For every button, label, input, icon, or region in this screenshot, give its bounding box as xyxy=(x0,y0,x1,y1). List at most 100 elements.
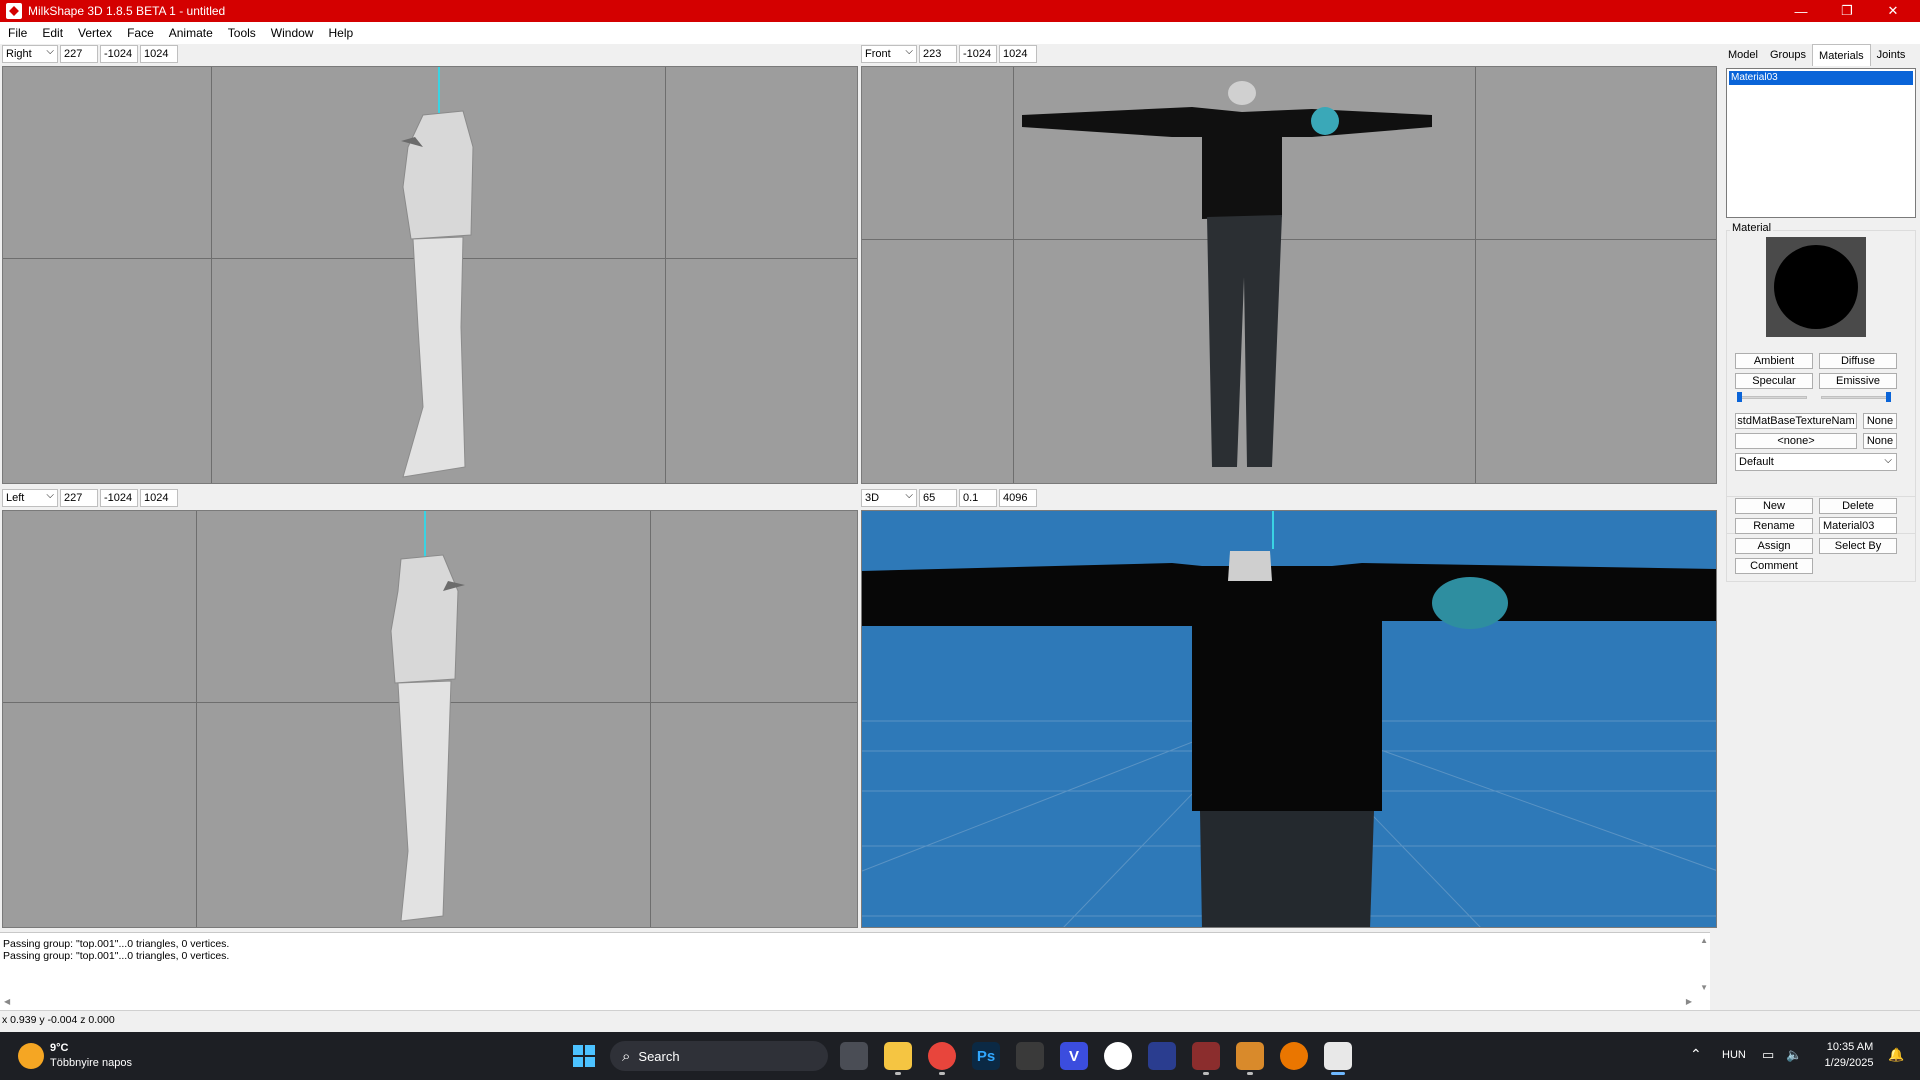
viewport-field-1[interactable]: 65 xyxy=(919,489,957,507)
task-view-icon[interactable] xyxy=(840,1042,868,1070)
scroll-up-icon[interactable]: ▲ xyxy=(1700,936,1708,945)
tab-joints[interactable]: Joints xyxy=(1871,44,1912,66)
list-item[interactable]: Material03 xyxy=(1729,71,1913,85)
texture-button[interactable]: stdMatBaseTextureNam xyxy=(1735,413,1857,429)
network-icon[interactable]: ▭ xyxy=(1762,1047,1774,1063)
compass-app-icon[interactable] xyxy=(1104,1042,1132,1070)
select-by-button[interactable]: Select By xyxy=(1819,538,1897,554)
weather-desc[interactable]: Többnyire napos xyxy=(50,1057,132,1069)
viewport-left[interactable] xyxy=(2,510,858,928)
delete-button[interactable]: Delete xyxy=(1819,498,1897,514)
axis-line xyxy=(1272,511,1274,549)
chevron-up-icon[interactable]: ⌃ xyxy=(1690,1046,1702,1063)
windows-start-icon[interactable] xyxy=(570,1042,598,1070)
volume-icon[interactable]: 🔈 xyxy=(1786,1047,1802,1063)
menu-help[interactable]: Help xyxy=(328,26,353,40)
window-title: MilkShape 3D 1.8.5 BETA 1 - untitled xyxy=(28,4,226,18)
weather-icon[interactable] xyxy=(18,1043,44,1069)
viewport-field-2[interactable]: -1024 xyxy=(100,489,138,507)
material-group-label: Material xyxy=(1730,222,1774,234)
viewport-front[interactable] xyxy=(861,66,1717,484)
diffuse-button[interactable]: Diffuse xyxy=(1819,353,1897,369)
shininess-slider[interactable] xyxy=(1737,396,1807,399)
notification-icon[interactable]: 🔔 xyxy=(1888,1047,1904,1063)
transparency-slider-thumb[interactable] xyxy=(1886,392,1891,402)
app-icon[interactable] xyxy=(1236,1042,1264,1075)
alpha-none-button[interactable]: None xyxy=(1863,433,1897,449)
viewport-field-2[interactable]: -1024 xyxy=(959,45,997,63)
model-side-silhouette xyxy=(401,110,474,478)
photoshop-icon[interactable]: Ps xyxy=(972,1042,1000,1070)
menu-file[interactable]: File xyxy=(8,26,27,40)
transparency-slider[interactable] xyxy=(1821,396,1891,399)
viewport-field-2[interactable]: -1024 xyxy=(100,45,138,63)
mode-dropdown[interactable]: Default ⌵ xyxy=(1735,453,1897,471)
emissive-button[interactable]: Emissive xyxy=(1819,373,1897,389)
file-explorer-icon[interactable] xyxy=(884,1042,912,1075)
obs-icon[interactable] xyxy=(1016,1042,1044,1070)
viewport-field-1[interactable]: 223 xyxy=(919,45,957,63)
menu-tools[interactable]: Tools xyxy=(228,26,256,40)
menu-edit[interactable]: Edit xyxy=(42,26,63,40)
log-line: Passing group: "top.001"...0 triangles, … xyxy=(3,938,230,950)
scroll-down-icon[interactable]: ▼ xyxy=(1700,983,1708,992)
comment-button[interactable]: Comment xyxy=(1735,558,1813,574)
view-select-right[interactable]: Right xyxy=(2,44,58,63)
viewport-right[interactable] xyxy=(2,66,858,484)
blender-icon[interactable] xyxy=(1280,1042,1308,1070)
alpha-map-button[interactable]: <none> xyxy=(1735,433,1857,449)
shininess-slider-thumb[interactable] xyxy=(1737,392,1742,402)
title-bar: MilkShape 3D 1.8.5 BETA 1 - untitled — ❐… xyxy=(0,0,1920,22)
viewport-field-3[interactable]: 1024 xyxy=(999,45,1037,63)
winrar-icon[interactable] xyxy=(1192,1042,1220,1075)
view-select-left[interactable]: Left xyxy=(2,488,58,507)
app-v-icon[interactable]: V xyxy=(1060,1042,1088,1070)
restore-icon[interactable]: ❐ xyxy=(1824,0,1870,22)
minimize-icon[interactable]: — xyxy=(1778,0,1824,22)
chrome-icon[interactable] xyxy=(928,1042,956,1075)
viewport-field-3[interactable]: 4096 xyxy=(999,489,1037,507)
specular-button[interactable]: Specular xyxy=(1735,373,1813,389)
materials-list[interactable]: Material03 xyxy=(1726,68,1916,218)
menu-window[interactable]: Window xyxy=(271,26,314,40)
clock-date[interactable]: 1/29/2025 xyxy=(1818,1057,1880,1069)
viewport-field-3[interactable]: 1024 xyxy=(140,45,178,63)
tab-groups[interactable]: Groups xyxy=(1764,44,1812,66)
chevron-down-icon: ⌵ xyxy=(1884,455,1892,466)
viewport-field-3[interactable]: 1024 xyxy=(140,489,178,507)
view-select-front[interactable]: Front xyxy=(861,44,917,63)
menu-face[interactable]: Face xyxy=(127,26,154,40)
language-indicator[interactable]: HUN xyxy=(1722,1049,1746,1061)
tab-model[interactable]: Model xyxy=(1722,44,1764,66)
app-icon[interactable] xyxy=(1148,1042,1176,1070)
search-label: Search xyxy=(638,1048,680,1064)
milkshape-taskbar-icon[interactable] xyxy=(1324,1042,1352,1075)
tab-materials[interactable]: Materials xyxy=(1812,44,1871,66)
texture-none-button[interactable]: None xyxy=(1863,413,1897,429)
rename-button[interactable]: Rename xyxy=(1735,518,1813,534)
search-box[interactable]: ⌕ Search xyxy=(610,1041,828,1071)
menu-bar: File Edit Vertex Face Animate Tools Wind… xyxy=(0,22,1920,44)
perspective-grid xyxy=(862,551,1716,927)
material-name-field[interactable]: Material03 xyxy=(1819,517,1897,534)
weather-temp[interactable]: 9°C xyxy=(50,1042,68,1054)
new-button[interactable]: New xyxy=(1735,498,1813,514)
material-sphere xyxy=(1774,245,1858,329)
ambient-button[interactable]: Ambient xyxy=(1735,353,1813,369)
viewport-3d-toolbar: 3D 65 0.1 4096 xyxy=(861,488,1039,508)
model-front-silhouette xyxy=(1022,81,1432,467)
right-panel: Model Groups Materials Joints Material03… xyxy=(1722,44,1920,1034)
clock-time[interactable]: 10:35 AM xyxy=(1822,1041,1878,1053)
scroll-left-icon[interactable]: ◀ xyxy=(4,997,10,1006)
panel-tabs: Model Groups Materials Joints xyxy=(1722,44,1920,66)
menu-vertex[interactable]: Vertex xyxy=(78,26,112,40)
scroll-right-icon[interactable]: ▶ xyxy=(1686,997,1692,1006)
viewport-field-2[interactable]: 0.1 xyxy=(959,489,997,507)
viewport-field-1[interactable]: 227 xyxy=(60,45,98,63)
menu-animate[interactable]: Animate xyxy=(169,26,213,40)
viewport-3d[interactable] xyxy=(861,510,1717,928)
close-icon[interactable]: ✕ xyxy=(1870,0,1916,22)
viewport-field-1[interactable]: 227 xyxy=(60,489,98,507)
assign-button[interactable]: Assign xyxy=(1735,538,1813,554)
view-select-3d[interactable]: 3D xyxy=(861,488,917,507)
